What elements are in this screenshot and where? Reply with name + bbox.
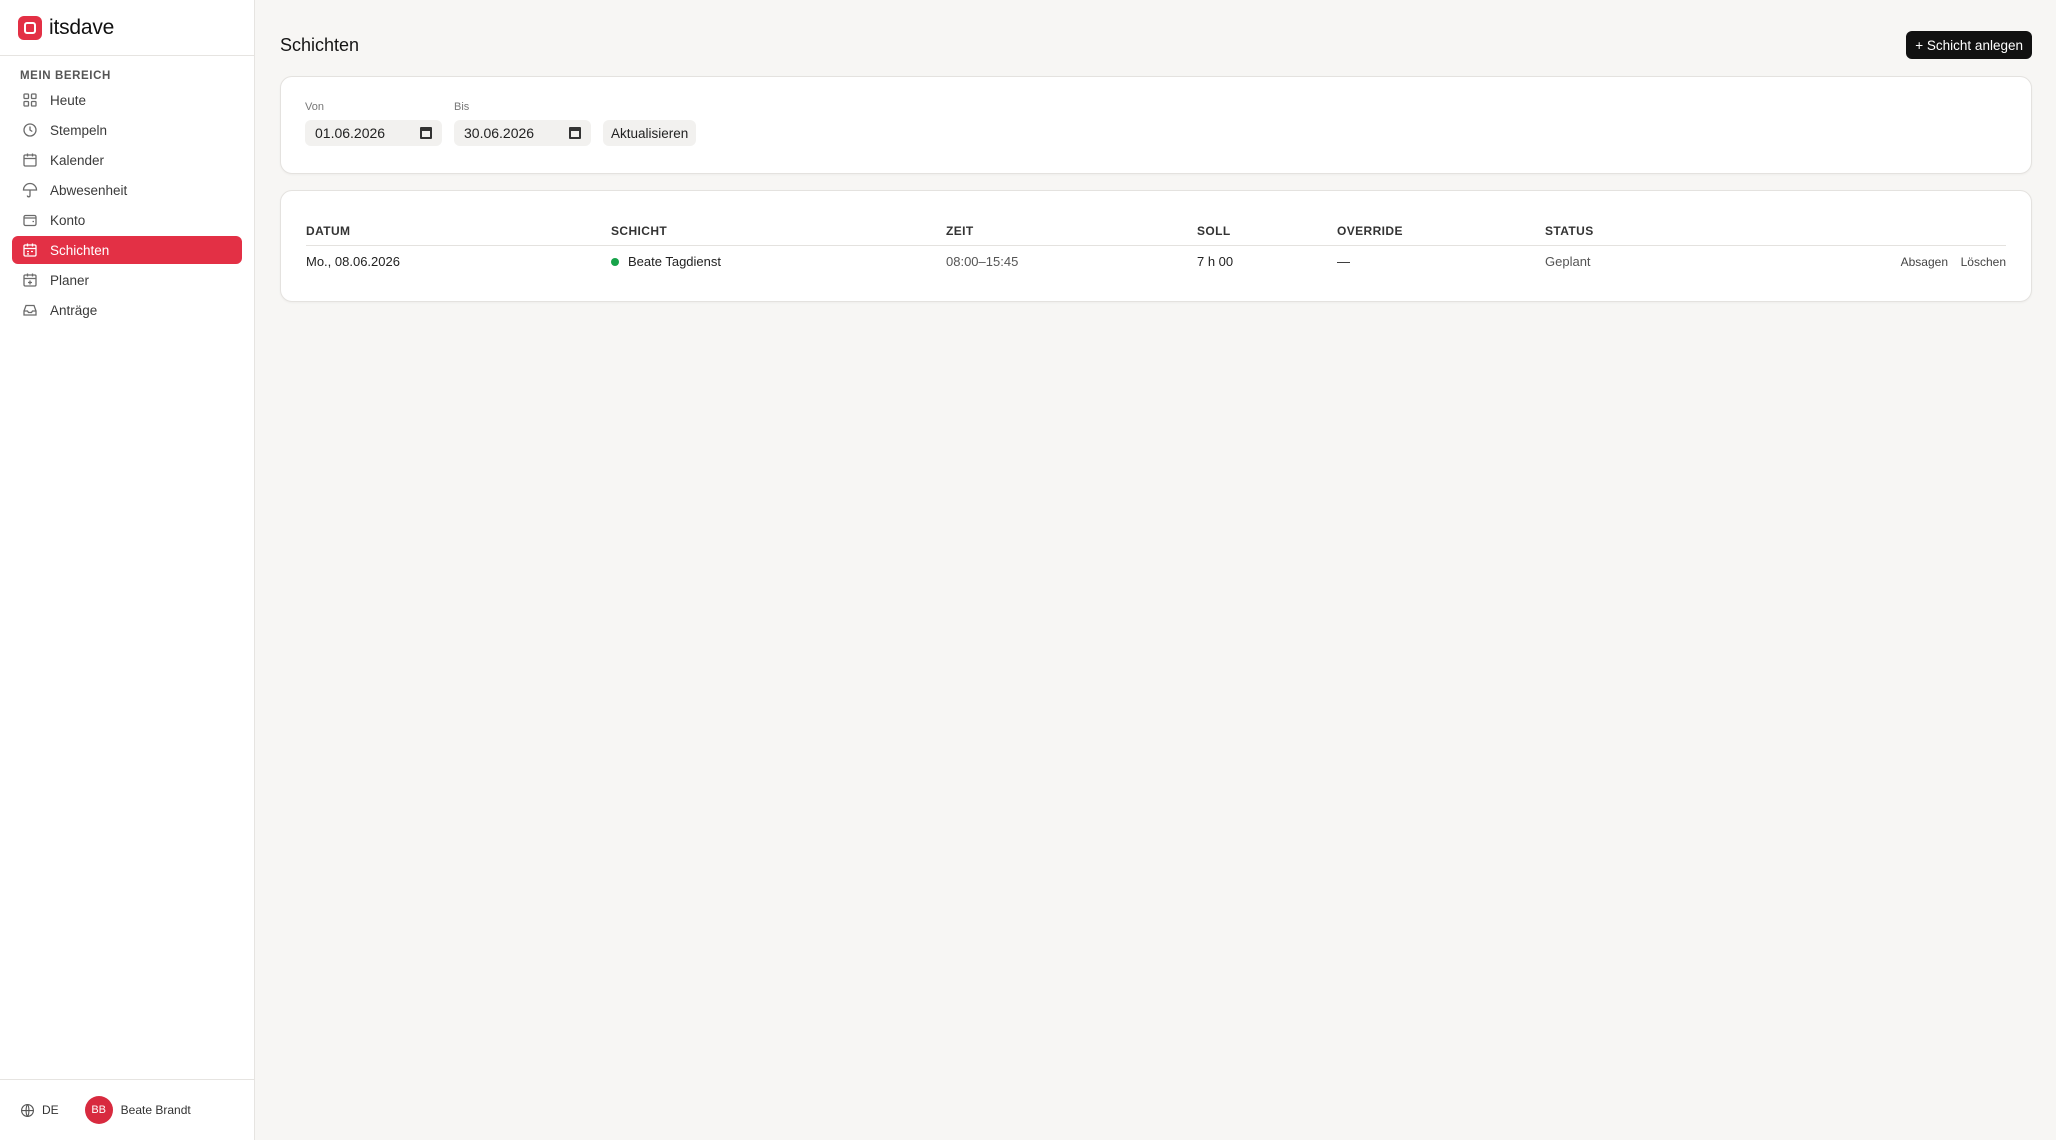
from-field: Von 01.06.2026: [305, 101, 442, 146]
globe-icon: [21, 1103, 34, 1117]
create-shift-button[interactable]: + Schicht anlegen: [1906, 31, 2032, 59]
cell-override: —: [1337, 254, 1350, 270]
brand-logo-icon: [18, 15, 42, 40]
umbrella-icon: [22, 182, 38, 198]
language-label: DE: [42, 1103, 59, 1117]
brand-name: itsdave: [49, 15, 115, 39]
table-header-row: DATUM SCHICHT ZEIT SOLL OVERRIDE STATUS: [306, 215, 2006, 246]
language-switcher[interactable]: DE: [20, 1103, 59, 1118]
calendar-icon: [22, 152, 38, 168]
cell-status: Geplant: [1545, 254, 1591, 270]
cell-zeit: 08:00–15:45: [946, 254, 1019, 270]
page-header: Schichten + Schicht anlegen: [280, 0, 2032, 76]
sidebar-item-label: Abwesenheit: [50, 182, 128, 198]
sidebar-item-label: Schichten: [50, 242, 110, 258]
from-date-input[interactable]: 01.06.2026: [305, 120, 442, 146]
page-title: Schichten: [280, 34, 360, 55]
to-date-input[interactable]: 30.06.2026: [454, 120, 591, 146]
shift-name: Beate Tagdienst: [628, 254, 721, 270]
clock-icon: [22, 122, 38, 138]
calendar-picker-icon[interactable]: [569, 127, 581, 139]
sidebar-item-abwesenheit[interactable]: Abwesenheit: [12, 176, 242, 204]
sidebar-item-planer[interactable]: Planer: [12, 266, 242, 294]
sidebar-item-label: Planer: [50, 272, 90, 288]
delete-shift-button[interactable]: Löschen: [1961, 255, 2006, 269]
calendar-plus-icon: [22, 272, 38, 288]
sidebar-item-kalender[interactable]: Kalender: [12, 146, 242, 174]
calendar-picker-icon[interactable]: [420, 127, 432, 139]
from-label: Von: [305, 101, 324, 113]
column-header-datum: DATUM: [306, 215, 611, 246]
cell-soll: 7 h 00: [1197, 254, 1234, 270]
sidebar: itsdave MEIN BEREICH Heute Stempeln Kale…: [0, 0, 255, 1140]
calendar-shift-icon: [22, 242, 38, 258]
sidebar-footer: DE BB Beate Brandt: [0, 1079, 254, 1140]
column-header-soll: SOLL: [1197, 215, 1337, 246]
to-field: Bis 30.06.2026: [454, 101, 591, 146]
sidebar-item-antraege[interactable]: Anträge: [12, 296, 242, 324]
grid-icon: [22, 92, 38, 108]
table-row: Mo., 08.06.2026 Beate Tagdienst 08:00–15…: [306, 245, 2006, 278]
column-header-zeit: ZEIT: [946, 215, 1197, 246]
user-menu[interactable]: BB Beate Brandt: [84, 1096, 191, 1124]
section-label: MEIN BEREICH: [20, 70, 111, 82]
cell-schicht: Beate Tagdienst: [611, 245, 946, 278]
column-header-override: OVERRIDE: [1337, 215, 1545, 246]
to-date-value: 30.06.2026: [464, 125, 535, 141]
from-date-value: 01.06.2026: [315, 125, 386, 141]
cancel-shift-button[interactable]: Absagen: [1901, 255, 1948, 269]
sidebar-item-label: Heute: [50, 92, 87, 108]
user-name: Beate Brandt: [120, 1103, 191, 1117]
refresh-button[interactable]: Aktualisieren: [603, 120, 697, 146]
sidebar-item-label: Anträge: [50, 302, 98, 318]
main-content: Schichten + Schicht anlegen Von 01.06.20…: [255, 0, 2056, 1140]
cell-actions: Absagen Löschen: [1683, 245, 2006, 278]
wallet-icon: [22, 212, 38, 228]
filter-card: Von 01.06.2026 Bis 30.06.2026 Aktualisie…: [280, 76, 2032, 174]
sidebar-item-konto[interactable]: Konto: [12, 206, 242, 234]
column-header-status: STATUS: [1545, 215, 1683, 246]
status-dot-icon: [611, 257, 619, 266]
sidebar-item-label: Kalender: [50, 152, 105, 168]
sidebar-item-stempeln[interactable]: Stempeln: [12, 116, 242, 144]
sidebar-item-heute[interactable]: Heute: [12, 86, 242, 114]
column-header-schicht: SCHICHT: [611, 215, 946, 246]
inbox-icon: [22, 302, 38, 318]
cell-datum: Mo., 08.06.2026: [306, 254, 400, 270]
column-header-actions: [1682, 215, 2006, 246]
brand[interactable]: itsdave: [0, 0, 254, 56]
shifts-table-card: DATUM SCHICHT ZEIT SOLL OVERRIDE STATUS …: [280, 190, 2032, 302]
sidebar-item-label: Konto: [50, 212, 86, 228]
sidebar-nav: Heute Stempeln Kalender Abwesenheit Kont…: [0, 86, 254, 326]
sidebar-item-label: Stempeln: [50, 122, 108, 138]
sidebar-item-schichten[interactable]: Schichten: [12, 236, 242, 264]
shifts-table: DATUM SCHICHT ZEIT SOLL OVERRIDE STATUS …: [306, 215, 2006, 278]
avatar: BB: [84, 1096, 113, 1124]
to-label: Bis: [454, 101, 470, 113]
